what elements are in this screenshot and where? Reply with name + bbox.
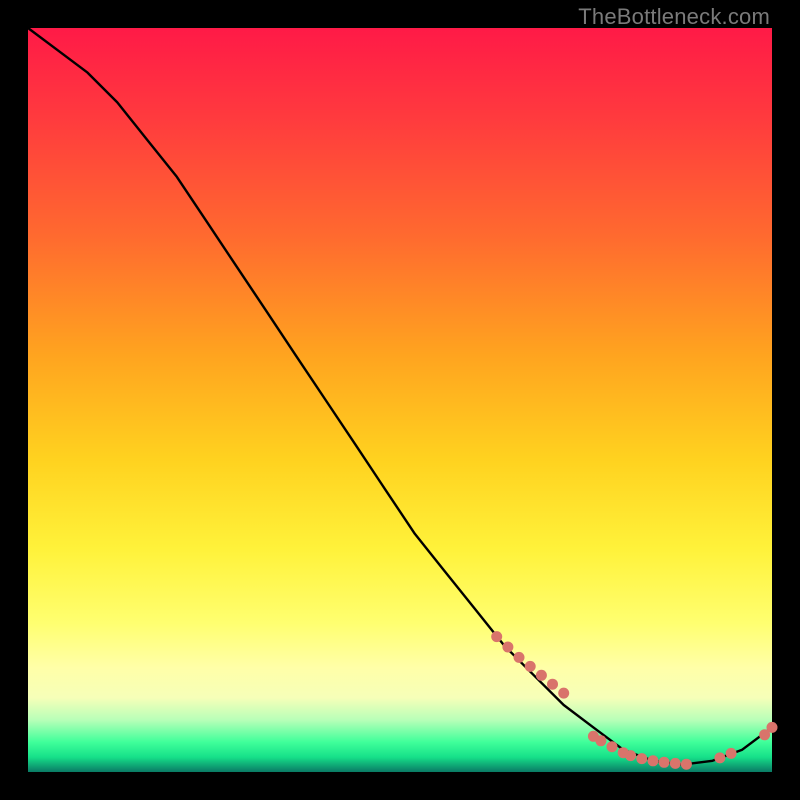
highlight-dots (491, 631, 777, 770)
highlight-dot (491, 631, 502, 642)
highlight-dot (536, 670, 547, 681)
chart-frame: TheBottleneck.com (0, 0, 800, 800)
highlight-dot (648, 755, 659, 766)
highlight-dot (670, 758, 681, 769)
highlight-dot (726, 748, 737, 759)
chart-overlay-svg (28, 28, 772, 772)
highlight-dot (636, 753, 647, 764)
highlight-dot (607, 741, 618, 752)
highlight-dot (714, 752, 725, 763)
highlight-dot (547, 679, 558, 690)
highlight-dot (595, 735, 606, 746)
curve-line (28, 28, 772, 765)
highlight-dot (558, 688, 569, 699)
highlight-dot (681, 759, 692, 770)
highlight-dot (502, 642, 513, 653)
highlight-dot (659, 757, 670, 768)
highlight-dot (767, 722, 778, 733)
watermark-text: TheBottleneck.com (578, 4, 770, 30)
highlight-dot (525, 661, 536, 672)
highlight-dot (625, 750, 636, 761)
highlight-dot (514, 652, 525, 663)
